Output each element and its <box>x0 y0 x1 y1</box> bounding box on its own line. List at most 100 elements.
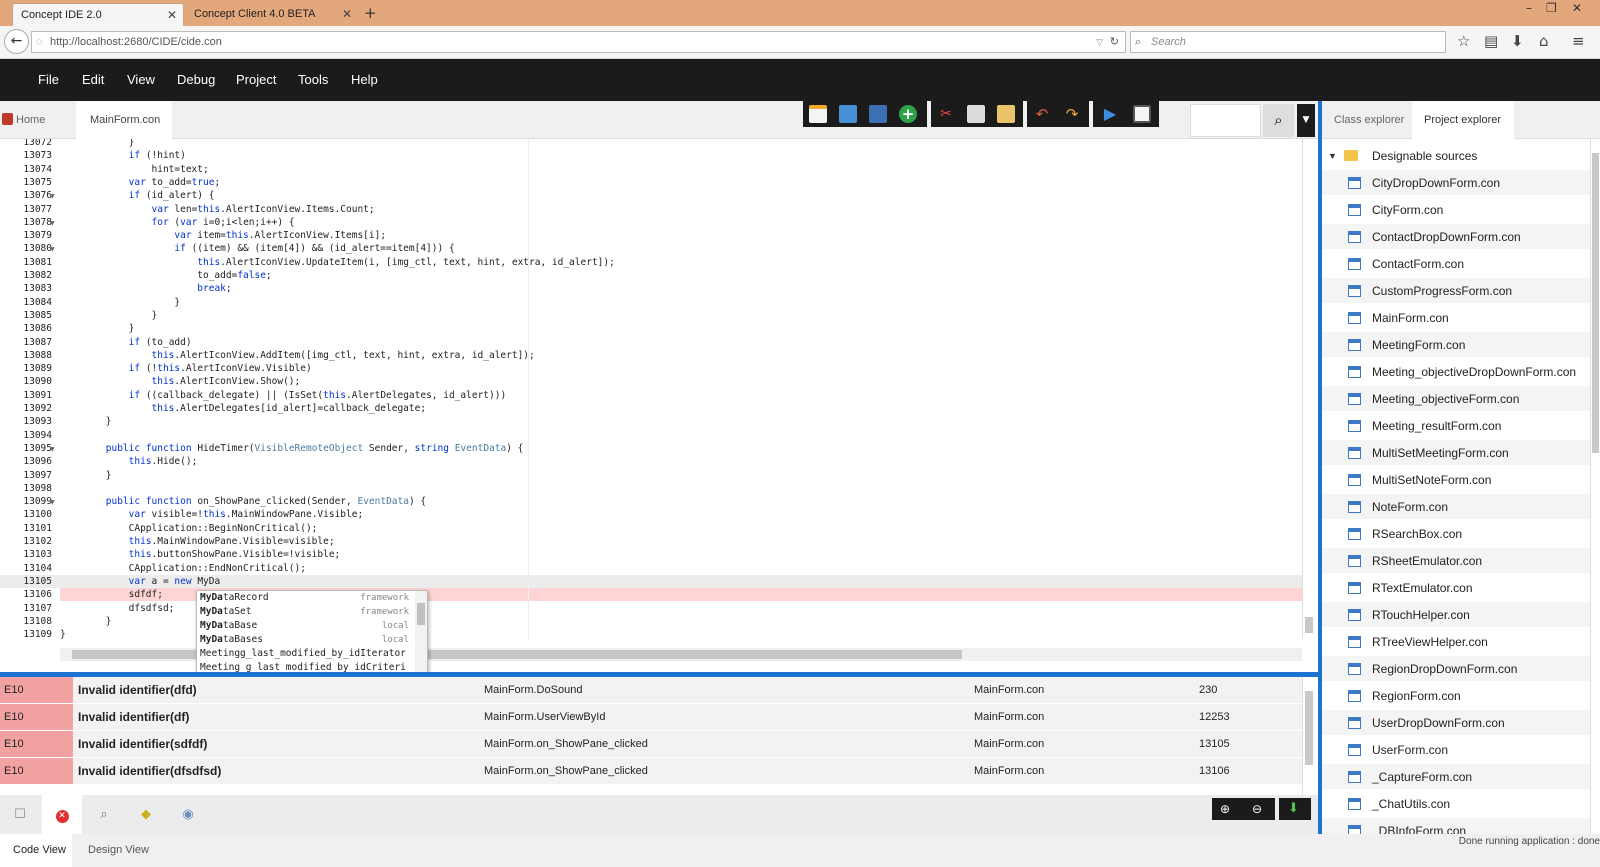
tree-item-file[interactable]: Meeting_objectiveDropDownForm.con <box>1322 358 1590 384</box>
code-search-input[interactable] <box>1190 104 1261 137</box>
code-line[interactable]: break; <box>60 282 231 295</box>
error-row[interactable]: E10 Invalid identifier(dfsdfsd) MainForm.o… <box>0 758 1302 785</box>
error-row[interactable]: E10 Invalid identifier(sdfdf) MainForm.on_… <box>0 731 1302 758</box>
run-icon[interactable]: ▶ <box>1101 105 1119 123</box>
browser-tab-concept-ide[interactable]: Concept IDE 2.0 ✕ <box>12 3 184 26</box>
code-line[interactable]: var visible=!this.MainWindowPane.Visible… <box>60 508 364 521</box>
code-line[interactable]: } <box>60 628 66 639</box>
tree-item-file[interactable]: CustomProgressForm.con <box>1322 277 1590 303</box>
fold-toggle-icon[interactable]: ▼ <box>50 446 55 453</box>
editor-vertical-scrollbar[interactable] <box>1302 139 1314 639</box>
chevron-down-icon[interactable]: ▼ <box>1297 104 1315 137</box>
search-results-icon[interactable]: ⌕ <box>84 795 124 834</box>
paste-icon[interactable] <box>997 105 1015 123</box>
fold-toggle-icon[interactable]: ▼ <box>50 220 55 227</box>
tree-item-file[interactable]: ContactForm.con <box>1322 250 1590 276</box>
undo-icon[interactable]: ↶ <box>1033 105 1051 123</box>
new-tab-icon[interactable]: + <box>364 3 377 23</box>
code-line[interactable]: } <box>60 296 180 309</box>
cut-icon[interactable]: ✂ <box>937 105 955 123</box>
tree-item-file[interactable]: _DBInfoForm.con <box>1322 817 1590 834</box>
code-editor[interactable]: 13072 13073 13074 13075 13076 ▼ 13077 13078 ▼ 130… <box>0 139 1302 639</box>
tree-item-file[interactable]: UserForm.con <box>1322 736 1590 762</box>
code-line[interactable]: this.AlertIconView.UpdateItem(i, [img_ct… <box>60 256 615 269</box>
home-icon[interactable]: ⌂ <box>1539 32 1549 50</box>
code-line[interactable]: if (!this.AlertIconView.Visible) <box>60 362 312 375</box>
code-line[interactable]: } <box>60 415 112 428</box>
tree-item-file[interactable]: RSheetEmulator.con <box>1322 547 1590 573</box>
tree-item-file[interactable]: NoteForm.con <box>1322 493 1590 519</box>
menu-project[interactable]: Project <box>236 59 276 101</box>
code-line[interactable]: } <box>60 322 135 335</box>
error-list-scrollbar[interactable] <box>1302 677 1314 795</box>
autocomplete-item[interactable]: Meetingg_last_modified_by_idIterator <box>200 647 406 661</box>
close-icon[interactable]: ✕ <box>167 4 177 27</box>
browser-tab-concept-client[interactable]: Concept Client 4.0 BETA ✕ <box>186 3 358 26</box>
chevron-down-icon[interactable]: ▽ <box>1096 32 1103 52</box>
zoom-in-icon[interactable]: ⊕ <box>1220 798 1230 820</box>
minimize-icon[interactable]: – <box>1526 0 1532 16</box>
tree-item-file[interactable]: MainForm.con <box>1322 304 1590 330</box>
tree-item-file[interactable]: MultiSetMeetingForm.con <box>1322 439 1590 465</box>
code-line[interactable]: this.MainWindowPane.Visible=visible; <box>60 535 335 548</box>
scroll-thumb[interactable] <box>1592 153 1599 453</box>
tab-mainform[interactable]: MainForm.con <box>76 101 172 139</box>
errors-tab-icon[interactable]: ✕ <box>42 795 82 834</box>
tree-scrollbar[interactable] <box>1590 139 1600 834</box>
tree-item-file[interactable]: _ChatUtils.con <box>1322 790 1590 816</box>
scroll-thumb[interactable] <box>417 603 425 625</box>
close-icon[interactable]: ✕ <box>342 3 352 26</box>
code-line[interactable]: } <box>60 309 158 322</box>
code-line[interactable]: this.buttonShowPane.Visible=!visible; <box>60 548 341 561</box>
hamburger-menu-icon[interactable]: ≡ <box>1572 32 1585 50</box>
tree-item-file[interactable]: MultiSetNoteForm.con <box>1322 466 1590 492</box>
tree-item-file[interactable]: RTreeViewHelper.con <box>1322 628 1590 654</box>
code-line[interactable]: dfsdfsd; <box>60 602 175 615</box>
add-icon[interactable]: + <box>899 105 917 123</box>
tree-item-file[interactable]: CityForm.con <box>1322 196 1590 222</box>
copy-icon[interactable] <box>967 105 985 123</box>
menu-file[interactable]: File <box>38 59 59 101</box>
code-line[interactable]: this.AlertIconView.AddItem([img_ctl, tex… <box>60 349 535 362</box>
menu-help[interactable]: Help <box>351 59 378 101</box>
menu-view[interactable]: View <box>127 59 155 101</box>
search-icon[interactable]: ⌕ <box>1263 104 1294 137</box>
new-file-icon[interactable] <box>809 105 827 123</box>
tab-design-view[interactable]: Design View <box>74 834 164 867</box>
redo-icon[interactable]: ↷ <box>1063 105 1081 123</box>
tree-item-file[interactable]: RTextEmulator.con <box>1322 574 1590 600</box>
fold-toggle-icon[interactable]: ▼ <box>50 246 55 253</box>
tab-home[interactable]: Home <box>0 101 76 139</box>
address-bar[interactable]: ◌ http://localhost:2680/CIDE/cide.con ▽ … <box>31 31 1126 53</box>
tree-item-file[interactable]: RSearchBox.con <box>1322 520 1590 546</box>
scroll-thumb[interactable] <box>1305 691 1313 765</box>
code-line[interactable]: if (!hint) <box>60 149 186 162</box>
fold-toggle-icon[interactable]: ▼ <box>50 193 55 200</box>
tab-code-view[interactable]: Code View <box>0 834 72 867</box>
tree-item-file[interactable]: MeetingForm.con <box>1322 331 1590 357</box>
menu-tools[interactable]: Tools <box>298 59 328 101</box>
zoom-out-icon[interactable]: ⊖ <box>1252 798 1262 820</box>
tab-project-explorer[interactable]: Project explorer <box>1412 101 1514 139</box>
code-line[interactable]: var to_add=true; <box>60 176 221 189</box>
reload-icon[interactable]: ↻ <box>1110 32 1119 52</box>
arrow-down-icon[interactable]: ⬇ <box>1288 798 1299 820</box>
code-line[interactable]: hint=text; <box>60 163 209 176</box>
tree-item-file[interactable]: RegionDropDownForm.con <box>1322 655 1590 681</box>
code-text[interactable]: } if (!hint) hint=text; var to_add=true;… <box>60 139 1300 639</box>
code-line[interactable]: for (var i=0;i<len;i++) { <box>60 216 295 229</box>
tree-item-file[interactable]: RegionForm.con <box>1322 682 1590 708</box>
code-line[interactable]: if (to_add) <box>60 336 192 349</box>
tree-item-file[interactable]: Meeting_resultForm.con <box>1322 412 1590 438</box>
breakpoints-icon[interactable]: ◆ <box>126 795 166 834</box>
reading-list-icon[interactable]: ▤ <box>1484 32 1498 50</box>
autocomplete-item[interactable]: MyDataBases <box>200 633 406 647</box>
bookmark-star-icon[interactable]: ☆ <box>1457 32 1470 50</box>
error-row[interactable]: E10 Invalid identifier(dfd) MainForm.DoSou… <box>0 677 1302 704</box>
download-icon[interactable]: ⬇ <box>1511 32 1524 50</box>
tree-item-file[interactable]: CityDropDownForm.con <box>1322 169 1590 195</box>
open-folder-icon[interactable] <box>839 105 857 123</box>
debug-console-icon[interactable]: ◉ <box>168 795 208 834</box>
tree-item-file[interactable]: ContactDropDownForm.con <box>1322 223 1590 249</box>
code-line[interactable]: this.AlertIconView.Show(); <box>60 375 301 388</box>
